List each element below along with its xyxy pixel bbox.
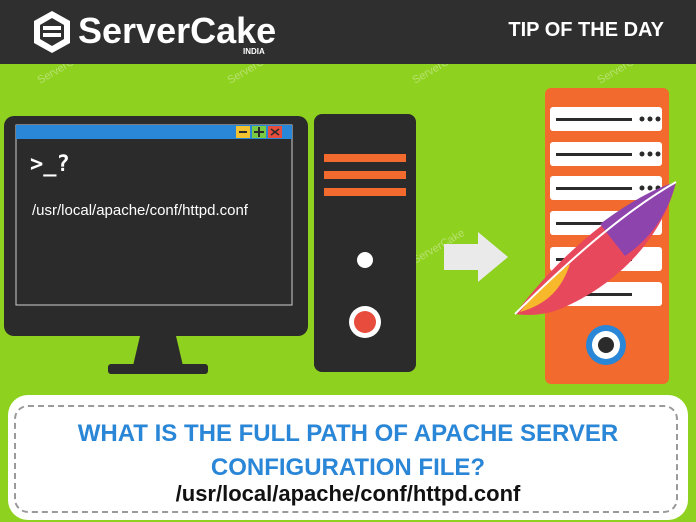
minimize-icon[interactable] (236, 126, 250, 138)
close-icon[interactable] (268, 126, 282, 138)
maximize-icon[interactable] (252, 126, 266, 138)
question-line-2: CONFIGURATION FILE? (210, 454, 486, 481)
header-bar: ServerCake INDIA TIP OF THE DAY (0, 0, 696, 64)
brand-name: ServerCake (78, 10, 277, 51)
terminal-prompt: >_? (30, 152, 70, 177)
question-line-1: WHAT IS THE FULL PATH OF APACHE SERVER (77, 420, 619, 447)
brand-subtitle: INDIA (243, 47, 265, 56)
watermark: ServerCake (596, 64, 652, 87)
answer-text: /usr/local/apache/conf/httpd.conf (175, 481, 521, 506)
pc-tower (314, 114, 416, 372)
watermark: ServerCake (226, 64, 282, 87)
tip-of-the-day-label: TIP OF THE DAY (508, 19, 664, 41)
terminal-titlebar (16, 125, 292, 139)
terminal-path: /usr/local/apache/conf/httpd.conf (32, 202, 249, 219)
monitor: >_? /usr/local/apache/conf/httpd.conf (4, 116, 308, 374)
watermark: ServerCake (411, 64, 467, 87)
watermark: ServerCake (36, 64, 92, 87)
illustration: ServerCake ServerCake ServerCake ServerC… (4, 64, 677, 384)
